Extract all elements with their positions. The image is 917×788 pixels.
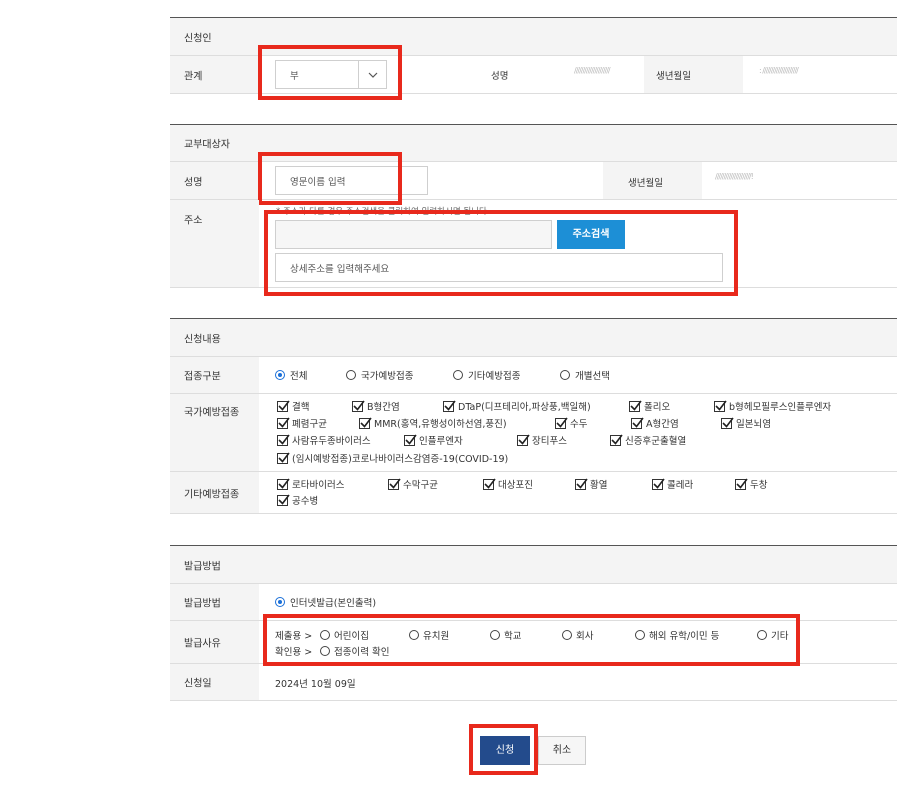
vaccine-label: 수두	[570, 419, 588, 430]
address-detail-input[interactable]: 상세주소를 입력해주세요	[275, 253, 723, 282]
vaccine-checkbox[interactable]	[277, 452, 290, 464]
vaccine-label: 결핵	[292, 402, 310, 413]
english-name-placeholder: 영문이름 입력	[290, 176, 346, 188]
reason-option-label: 유치원	[423, 631, 450, 642]
vaccine-checkbox[interactable]	[388, 478, 401, 490]
vaccine-label: 일본뇌염	[736, 419, 771, 430]
vaccine-checkbox[interactable]	[629, 400, 642, 412]
type-radio-national[interactable]	[346, 370, 356, 380]
vaccine-checkbox[interactable]	[610, 434, 623, 446]
applicant-name-label: 성명	[491, 71, 509, 82]
vaccine-checkbox[interactable]	[735, 478, 748, 490]
vaccine-checkbox[interactable]	[555, 417, 568, 429]
vaccine-label: 두창	[750, 480, 768, 491]
vaccine-checkbox[interactable]	[277, 494, 290, 506]
relation-select[interactable]: 부	[275, 60, 387, 89]
address-note: * 주소가 다를 경우 주소검색을 클릭하여 입력하시면 됩니다.	[276, 207, 490, 217]
vaccine-checkbox[interactable]	[404, 434, 417, 446]
reason-radio[interactable]	[757, 630, 767, 640]
relation-select-value: 부	[290, 70, 299, 82]
vaccine-checkbox[interactable]	[631, 417, 644, 429]
vaccine-label: 로타바이러스	[292, 480, 345, 491]
english-name-input[interactable]: 영문이름 입력	[275, 166, 428, 195]
reason-option-history: 접종이력 확인	[334, 647, 390, 658]
applicant-section-title: 신청인	[184, 33, 212, 44]
submit-prefix: 제출용 >	[275, 631, 313, 642]
reason-radio-history[interactable]	[320, 646, 330, 656]
date-value: 2024년 10월 09일	[275, 679, 356, 690]
applicant-section-header: 신청인	[170, 18, 897, 56]
reason-radio[interactable]	[409, 630, 419, 640]
vaccine-checkbox[interactable]	[359, 417, 372, 429]
recipient-section-title: 교부대상자	[184, 139, 230, 151]
vaccine-checkbox[interactable]	[721, 417, 734, 429]
vaccine-label: 장티푸스	[532, 436, 567, 447]
cancel-button[interactable]: 취소	[538, 736, 586, 765]
address-input[interactable]	[275, 220, 552, 249]
reason-radio[interactable]	[562, 630, 572, 640]
content-section-header: 신청내용	[170, 319, 897, 357]
issue-section-title: 발급방법	[184, 561, 221, 572]
reason-option-label: 학교	[504, 631, 522, 642]
vaccine-checkbox[interactable]	[483, 478, 496, 490]
issue-section-header: 발급방법	[170, 546, 897, 584]
content-section-title: 신청내용	[184, 334, 221, 345]
vaccine-checkbox[interactable]	[517, 434, 530, 446]
type-option-all: 전체	[290, 371, 308, 382]
reason-option-label: 회사	[576, 631, 594, 642]
vaccine-checkbox[interactable]	[714, 400, 727, 412]
vaccine-checkbox[interactable]	[352, 400, 365, 412]
type-option-other: 기타예방접종	[468, 371, 521, 382]
vaccine-checkbox[interactable]	[575, 478, 588, 490]
recipient-birth-masked: /////////////////////!	[715, 172, 754, 181]
reason-option-label: 기타	[771, 631, 789, 642]
chevron-down-icon	[368, 72, 378, 78]
vaccine-label: A형간염	[646, 419, 679, 430]
method-radio-internet[interactable]	[275, 597, 285, 607]
type-radio-all[interactable]	[275, 370, 285, 380]
address-detail-placeholder: 상세주소를 입력해주세요	[290, 263, 390, 275]
reason-option-label: 어린이집	[334, 631, 369, 642]
applicant-name-masked: /////////////////////	[574, 66, 611, 75]
vaccine-label: MMR(홍역,유행성이하선염,풍진)	[374, 419, 507, 430]
vaccine-label: 사람유두종바이러스	[292, 436, 371, 447]
vaccine-label: DTaP(디프테리아,파상풍,백일해)	[458, 402, 591, 413]
vaccine-checkbox[interactable]	[277, 417, 290, 429]
reason-radio[interactable]	[635, 630, 645, 640]
vaccine-label: 콜레라	[667, 480, 694, 491]
vaccine-label: B형간염	[367, 402, 400, 413]
reason-radio[interactable]	[320, 630, 330, 640]
vaccine-label: 황열	[590, 480, 608, 491]
reason-radio[interactable]	[490, 630, 500, 640]
vaccine-label: 폴리오	[644, 402, 671, 413]
recipient-section-header: 교부대상자	[170, 125, 897, 162]
vaccine-checkbox[interactable]	[652, 478, 665, 490]
applicant-birth-label: 생년월일	[656, 71, 691, 82]
method-value: 인터넷발급(본인출력)	[290, 598, 377, 609]
vaccine-label: 신증후군출혈열	[625, 436, 687, 447]
vaccine-label: 공수병	[292, 496, 319, 507]
vaccine-label: 대상포진	[498, 480, 533, 491]
reason-option-label: 해외 유학/이민 등	[649, 631, 720, 642]
vaccine-label: b형헤모필루스인플루엔자	[729, 402, 832, 413]
apply-button[interactable]: 신청	[480, 736, 530, 765]
vaccine-checkbox[interactable]	[443, 400, 456, 412]
address-search-button[interactable]: 주소검색	[557, 220, 625, 249]
type-option-individual: 개별선택	[575, 371, 610, 382]
type-radio-individual[interactable]	[560, 370, 570, 380]
type-radio-other[interactable]	[453, 370, 463, 380]
vaccine-label: (임시예방접종)코로나바이러스감염증-19(COVID-19)	[292, 454, 509, 465]
applicant-birth-masked: : /////////////////////	[759, 66, 799, 75]
vaccine-label: 수막구균	[403, 480, 438, 491]
recipient-birth-label: 생년월일	[628, 178, 663, 189]
confirm-prefix: 확인용 >	[275, 647, 313, 658]
type-option-national: 국가예방접종	[361, 371, 414, 382]
vaccine-label: 인플루엔자	[419, 436, 463, 447]
vaccine-checkbox[interactable]	[277, 400, 290, 412]
vaccine-checkbox[interactable]	[277, 478, 290, 490]
vaccine-checkbox[interactable]	[277, 434, 290, 446]
vaccine-label: 폐렴구균	[292, 419, 327, 430]
